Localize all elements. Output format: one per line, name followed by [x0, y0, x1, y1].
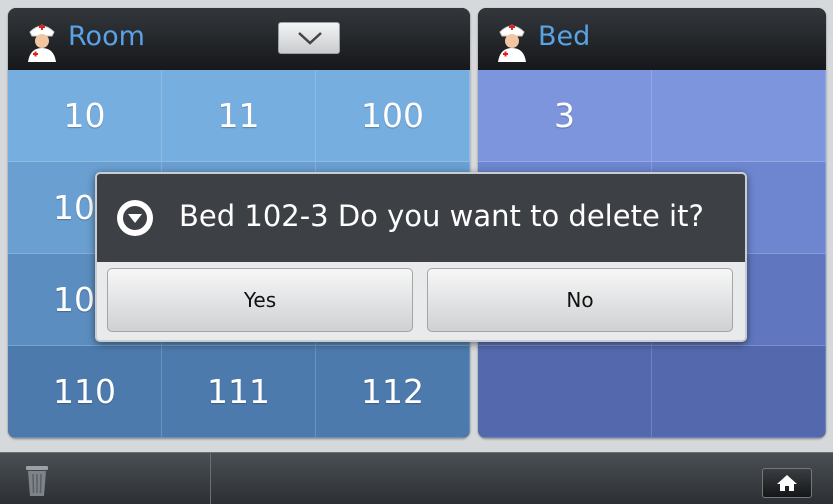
- dialog-message: Bed 102-3 Do you want to delete it?: [179, 199, 704, 233]
- confirm-delete-dialog: Bed 102-3 Do you want to delete it? Yes …: [95, 172, 747, 342]
- dialog-overlay: Bed 102-3 Do you want to delete it? Yes …: [0, 0, 833, 503]
- no-button[interactable]: No: [427, 268, 733, 332]
- chevron-down-circle-icon: [117, 200, 153, 236]
- yes-button[interactable]: Yes: [107, 268, 413, 332]
- dialog-header: Bed 102-3 Do you want to delete it?: [97, 174, 745, 262]
